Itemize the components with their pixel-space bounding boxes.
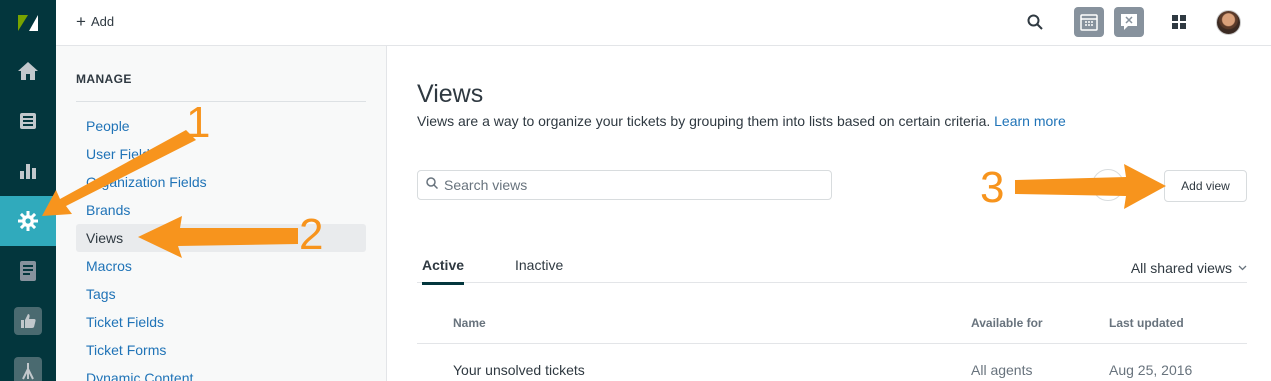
zendesk-logo-icon[interactable] xyxy=(0,0,56,46)
tab-inactive[interactable]: Inactive xyxy=(515,257,563,282)
views-icon[interactable] xyxy=(0,96,56,146)
product-tray-grid-icon[interactable] xyxy=(1164,7,1194,37)
column-header-name[interactable]: Name xyxy=(453,316,486,330)
calendar-icon[interactable] xyxy=(1074,7,1104,37)
sidebar-item-user-fields[interactable]: User Fields xyxy=(76,140,366,168)
sidebar-item-dynamic-content[interactable]: Dynamic Content xyxy=(76,364,366,381)
search-views-input[interactable] xyxy=(444,177,824,193)
divider xyxy=(76,101,366,102)
knowledge-icon[interactable] xyxy=(0,246,56,296)
user-avatar[interactable] xyxy=(1216,10,1241,35)
add-button-label: Add xyxy=(90,14,115,29)
search-views-box[interactable] xyxy=(417,170,832,200)
sidebar-item-ticket-fields[interactable]: Ticket Fields xyxy=(76,308,366,336)
manage-title: MANAGE xyxy=(76,72,132,86)
row-view-name[interactable]: Your unsolved tickets xyxy=(453,362,585,378)
top-bar: + Add xyxy=(56,0,1271,46)
sidebar-item-ticket-forms[interactable]: Ticket Forms xyxy=(76,336,366,364)
views-tabs: Active Inactive All shared views xyxy=(417,252,1247,285)
add-button[interactable]: + Add xyxy=(76,11,115,31)
add-view-button[interactable]: Add view xyxy=(1164,170,1247,202)
admin-gear-icon[interactable] xyxy=(0,196,56,246)
column-header-updated[interactable]: Last updated xyxy=(1109,316,1184,330)
tab-active[interactable]: Active xyxy=(422,257,465,285)
row-available-for: All agents xyxy=(971,362,1033,378)
sidebar-item-organization-fields[interactable]: Organization Fields xyxy=(76,168,366,196)
plus-icon: + xyxy=(76,11,86,31)
table-divider xyxy=(417,343,1247,344)
shared-views-filter[interactable]: All shared views xyxy=(1131,260,1247,276)
annotation-number-3: 3 xyxy=(980,163,1005,212)
description-text: Views are a way to organize your tickets… xyxy=(417,113,991,129)
chevron-down-icon xyxy=(1238,265,1247,271)
sidebar-item-tags[interactable]: Tags xyxy=(76,280,366,308)
filter-label: All shared views xyxy=(1130,260,1232,276)
chat-icon[interactable] xyxy=(1114,7,1144,37)
search-icon xyxy=(426,176,439,194)
page-title: Views xyxy=(417,80,484,108)
learn-more-link[interactable]: Learn more xyxy=(994,113,1066,129)
row-last-updated: Aug 25, 2016 xyxy=(1109,362,1193,378)
search-icon[interactable] xyxy=(1020,7,1050,37)
manage-sidebar: MANAGE People User Fields Organization F… xyxy=(56,46,387,381)
apps-tripod-icon[interactable] xyxy=(0,346,56,381)
sidebar-item-people[interactable]: People xyxy=(76,112,366,140)
annotation-number-2: 2 xyxy=(299,210,324,259)
satisfaction-icon[interactable] xyxy=(0,296,56,346)
product-rail xyxy=(0,0,56,381)
page-description: Views are a way to organize your tickets… xyxy=(417,113,1066,129)
reporting-icon[interactable] xyxy=(0,146,56,196)
column-header-available: Available for xyxy=(971,316,1043,330)
loading-spinner xyxy=(1092,169,1124,201)
views-page: Views Views are a way to organize your t… xyxy=(387,46,1271,381)
annotation-number-1: 1 xyxy=(186,98,211,147)
home-icon[interactable] xyxy=(0,46,56,96)
